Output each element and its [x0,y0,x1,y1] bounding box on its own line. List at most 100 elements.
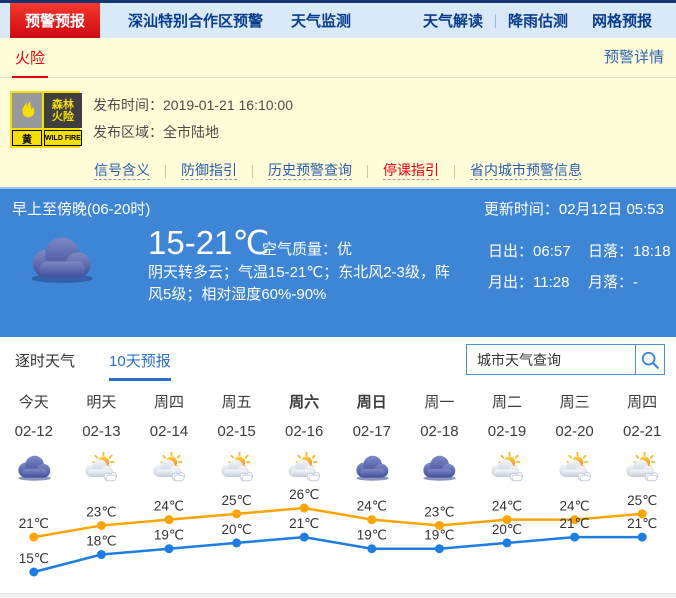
day-name: 周一 [406,389,474,417]
temp-label: 25℃ [222,493,252,508]
cloudy-icon [338,447,406,487]
air-quality: 空气质量：优 [262,238,352,259]
weather-page: 预警预报 深汕特别合作区预警 天气监测 天气解读 降雨估测 网格预报 火险 预警… [0,0,676,598]
temp-label: 24℃ [492,499,522,514]
link-separator [252,165,253,178]
sunset: 日落：18:18 [588,240,671,261]
temp-label: 25℃ [627,493,657,508]
day-name: 周日 [338,389,406,417]
forecast-day-column[interactable]: 周四 02-14 [135,389,203,487]
warning-en-badge: WILD FIRE [44,130,82,146]
temp-label: 26℃ [289,487,319,502]
warning-links-row: 信号含义 防御指引 历史预警查询 停课指引 省内城市预警信息 [0,148,676,180]
tab-hourly-weather[interactable]: 逐时天气 [15,350,75,381]
forecast-day-column[interactable]: 周五 02-15 [203,389,271,487]
partly-sunny-icon [68,447,136,487]
temp-point [29,567,38,576]
temperature-chart: 21℃23℃24℃25℃26℃24℃23℃24℃24℃25℃15℃18℃19℃2… [0,486,676,597]
forecast-day-column[interactable]: 周一 02-18 [406,389,474,487]
tab-10day-forecast[interactable]: 10天预报 [109,350,171,381]
update-time: 更新时间：02月12日 05:53 [484,198,664,219]
partly-sunny-icon [270,447,338,487]
temp-label: 19℃ [154,528,184,543]
sun-moon-times: 日出：06:57 日落：18:18 月出：11:28 月落：- [488,240,671,292]
air-quality-value: 优 [337,241,352,258]
temp-label: 15℃ [19,551,49,566]
nav-link-rain-estimate[interactable]: 降雨估测 [496,10,580,31]
link-separator [165,165,166,178]
cloud-icon [24,233,98,288]
link-history-warning-query[interactable]: 历史预警查询 [268,162,352,180]
forecast-day-column[interactable]: 周日 02-17 [338,389,406,487]
nav-link-weather-interpretation[interactable]: 天气解读 [411,10,495,31]
warning-tabs-row: 火险 预警详情 [0,38,676,78]
period-label: 早上至傍晚(06-20时) [12,198,150,219]
day-name: 周三 [541,389,609,417]
tab-fire-risk[interactable]: 火险 [12,38,48,78]
temp-point [367,544,376,553]
day-date: 02-20 [541,417,609,447]
temp-point [165,515,174,524]
temp-label: 24℃ [560,499,590,514]
search-icon [640,350,660,370]
temp-label: 18℃ [86,534,116,549]
temp-label: 21℃ [627,516,657,531]
temp-label: 21℃ [560,516,590,531]
current-weather-section: 早上至傍晚(06-20时) 更新时间：02月12日 05:53 15-21℃ 空… [0,187,676,337]
warning-icon-title: 森林 火险 [44,93,82,128]
nav-tab-shenshan-warning[interactable]: 深汕特别合作区预警 [128,10,263,31]
current-temp-range: 15-21℃ [148,223,269,262]
nav-tab-warning-forecast[interactable]: 预警预报 [10,3,100,38]
temp-point [97,521,106,530]
temp-label: 24℃ [357,499,387,514]
link-province-city-warnings[interactable]: 省内城市预警信息 [470,162,582,180]
day-date: 02-17 [338,417,406,447]
day-date: 02-21 [608,417,676,447]
link-defense-guide[interactable]: 防御指引 [181,162,237,180]
nav-tab-weather-monitor[interactable]: 天气监测 [291,10,351,31]
sunrise: 日出：06:57 [488,240,588,261]
partly-sunny-icon [473,447,541,487]
nav-link-grid-forecast[interactable]: 网格预报 [580,10,664,31]
temp-point [97,550,106,559]
publish-area-row: 发布区域：全市陆地 [93,119,293,146]
day-date: 02-16 [270,417,338,447]
day-date: 02-19 [473,417,541,447]
nav-right-links: 天气解读 降雨估测 网格预报 [411,10,676,31]
day-date: 02-14 [135,417,203,447]
temp-label: 23℃ [424,504,454,519]
temp-point [503,538,512,547]
link-class-suspension-guide[interactable]: 停课指引 [383,162,439,180]
forecast-day-column[interactable]: 周六 02-16 [270,389,338,487]
temp-label: 19℃ [424,528,454,543]
partly-sunny-icon [135,447,203,487]
forecast-day-column[interactable]: 周二 02-19 [473,389,541,487]
link-separator [367,165,368,178]
temp-label: 21℃ [289,516,319,531]
publish-area-value: 全市陆地 [163,124,219,140]
partly-sunny-icon [203,447,271,487]
day-name: 今天 [0,389,68,417]
forecast-day-column[interactable]: 明天 02-13 [68,389,136,487]
temp-point [29,533,38,542]
day-date: 02-15 [203,417,271,447]
publish-time-value: 2019-01-21 16:10:00 [163,97,293,113]
temp-point [638,533,647,542]
forecast-day-column[interactable]: 周四 02-21 [608,389,676,487]
link-signal-meaning[interactable]: 信号含义 [94,162,150,180]
temp-point [300,504,309,513]
temp-point [232,509,241,518]
day-name: 明天 [68,389,136,417]
day-name: 周五 [203,389,271,417]
temp-point [300,533,309,542]
forest-fire-warning-icon: 森林 火险 黄 WILD FIRE [10,91,80,148]
search-button[interactable] [635,345,664,374]
forecast-day-column[interactable]: 今天 02-12 [0,389,68,487]
moonrise: 月出：11:28 [488,271,588,292]
city-search-input[interactable] [467,345,635,374]
day-name: 周六 [270,389,338,417]
temp-point [232,538,241,547]
warning-details-link[interactable]: 预警详情 [604,46,664,77]
forecast-section: 逐时天气 10天预报 今天 02-12 明天 02-13 [0,337,676,593]
forecast-day-column[interactable]: 周三 02-20 [541,389,609,487]
